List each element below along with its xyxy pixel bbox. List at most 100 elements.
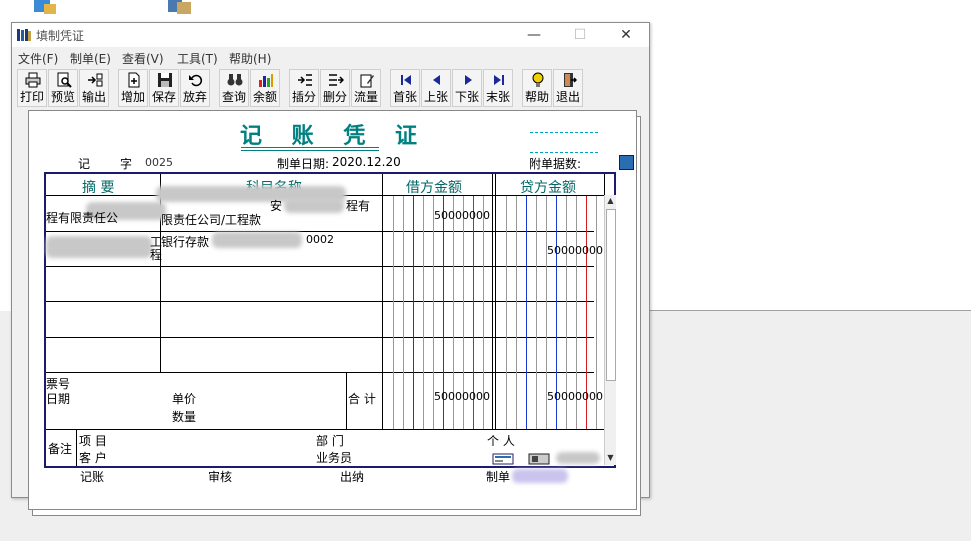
total-label: 合 计 xyxy=(348,392,376,406)
add-icon xyxy=(128,72,140,88)
scroll-down-icon[interactable]: ▼ xyxy=(606,453,615,463)
search-icon[interactable] xyxy=(619,155,634,170)
remark-label: 备注 xyxy=(48,442,73,456)
desktop-shortcut-icon[interactable] xyxy=(30,0,60,16)
prev-button[interactable]: 上张 xyxy=(421,69,451,107)
row1-subject-line1[interactable]: 安 xyxy=(270,197,282,214)
voucher-window: 填制凭证 — ☐ ✕ 文件(F) 制单(E) 查看(V) 工具(T) 帮助(H)… xyxy=(11,22,650,516)
menu-tools[interactable]: 工具(T) xyxy=(177,50,218,67)
export-button[interactable]: 输出 xyxy=(79,69,109,107)
department-label: 部 门 xyxy=(316,434,344,448)
col-debit-header: 借方金额 xyxy=(406,180,462,196)
preview-icon xyxy=(57,72,72,88)
total-debit: 50000000 xyxy=(434,390,490,403)
last-button[interactable]: 末张 xyxy=(483,69,513,107)
redacted-blur xyxy=(556,452,600,464)
person-label: 个 人 xyxy=(487,434,515,448)
delete-row-icon xyxy=(329,74,344,86)
voucher-title: 记 账 凭 证 xyxy=(240,123,428,149)
discard-button[interactable]: 放弃 xyxy=(180,69,210,107)
voucher-type-label: 记 xyxy=(78,157,91,171)
next-button[interactable]: 下张 xyxy=(452,69,482,107)
scroll-up-icon[interactable]: ▲ xyxy=(606,196,615,206)
col-summary-header: 摘 要 xyxy=(82,180,115,196)
menu-voucher[interactable]: 制单(E) xyxy=(70,50,111,67)
footer-review: 审核 xyxy=(208,470,233,484)
footer-maker: 制单 xyxy=(486,470,511,484)
row1-debit-amount[interactable]: 50000000 xyxy=(434,209,490,222)
export-icon xyxy=(88,73,103,87)
footer-bookkeeping: 记账 xyxy=(80,470,105,484)
preview-button[interactable]: 预览 xyxy=(48,69,78,107)
pen-icon xyxy=(360,74,374,88)
quantity-label: 数量 xyxy=(172,410,197,424)
footer-cashier: 出纳 xyxy=(340,470,365,484)
card-icon[interactable] xyxy=(492,453,514,465)
row2-subject-code[interactable]: 0002 xyxy=(306,233,334,246)
first-icon xyxy=(401,75,411,85)
prev-icon xyxy=(433,75,440,85)
voucher-number[interactable]: 0025 xyxy=(145,156,173,169)
add-button[interactable]: 增加 xyxy=(118,69,148,107)
binoculars-icon xyxy=(227,74,243,86)
redacted-blur xyxy=(284,199,344,213)
row2-subject[interactable]: 银行存款 xyxy=(161,233,209,250)
close-button[interactable]: ✕ xyxy=(603,23,649,47)
total-credit: 50000000 xyxy=(547,390,603,403)
exit-button[interactable]: 退出 xyxy=(553,69,583,107)
row1-summary-line2[interactable]: 程有限责任公 xyxy=(46,209,118,226)
menu-help[interactable]: 帮助(H) xyxy=(229,50,271,67)
insert-entry-button[interactable]: 插分 xyxy=(289,69,319,107)
print-button[interactable]: 打印 xyxy=(17,69,47,107)
menu-view[interactable]: 查看(V) xyxy=(122,50,164,67)
help-button[interactable]: 帮助 xyxy=(522,69,552,107)
next-icon xyxy=(465,75,472,85)
query-button[interactable]: 查询 xyxy=(219,69,249,107)
delete-entry-button[interactable]: 删分 xyxy=(320,69,350,107)
window-title: 填制凭证 xyxy=(36,29,85,43)
maximize-button[interactable]: ☐ xyxy=(557,23,603,47)
customer-label: 客 户 xyxy=(79,451,107,465)
app-books-icon xyxy=(17,29,31,41)
insert-row-icon xyxy=(298,74,312,86)
save-icon xyxy=(158,73,172,87)
voucher-type-label: 字 xyxy=(120,157,133,171)
date-row-label: 日期 xyxy=(46,392,71,406)
voucher-grid: 摘 要 科目名称 借方金额 贷方金额 程有限责任公 安 程有 限责任公司/工程款… xyxy=(44,172,616,468)
date-label: 制单日期: xyxy=(277,157,330,171)
dashed-line xyxy=(530,132,598,133)
project-label: 项 目 xyxy=(79,434,107,448)
toolbar: 打印 预览 输出 增加 保存 放弃 查询 余额 插分 删分 流量 首张 上张 下… xyxy=(12,67,649,109)
dashed-line xyxy=(530,152,598,153)
redacted-blur xyxy=(512,469,568,483)
redacted-blur xyxy=(46,236,152,258)
col-credit-header: 贷方金额 xyxy=(520,180,576,196)
balance-button[interactable]: 余额 xyxy=(250,69,280,107)
unit-price-label: 单价 xyxy=(172,392,197,406)
cashflow-button[interactable]: 流量 xyxy=(351,69,381,107)
save-button[interactable]: 保存 xyxy=(149,69,179,107)
salesperson-label: 业务员 xyxy=(316,451,353,465)
title-underline xyxy=(241,147,379,148)
row2-credit-amount[interactable]: 50000000 xyxy=(547,244,603,257)
document-icon[interactable] xyxy=(528,453,550,465)
minimize-button[interactable]: — xyxy=(511,23,557,47)
last-icon xyxy=(494,75,504,85)
row1-subject-line2[interactable]: 限责任公司/工程款 xyxy=(161,211,261,228)
desktop-divider xyxy=(648,310,971,311)
vertical-scrollbar[interactable]: ▲ ▼ xyxy=(604,195,616,465)
title-bar[interactable]: 填制凭证 — ☐ ✕ xyxy=(12,23,649,47)
exit-door-icon xyxy=(564,73,577,87)
bar-chart-icon xyxy=(259,74,273,87)
title-underline xyxy=(241,150,379,151)
printer-icon xyxy=(25,72,41,88)
voucher-date[interactable]: 2020.12.20 xyxy=(332,155,401,169)
desktop-shortcut-icon[interactable] xyxy=(165,0,195,16)
first-button[interactable]: 首张 xyxy=(390,69,420,107)
row1-subject-line1b[interactable]: 程有 xyxy=(346,197,370,214)
scrollbar-thumb[interactable] xyxy=(606,209,616,381)
menu-bar: 文件(F) 制单(E) 查看(V) 工具(T) 帮助(H) xyxy=(12,47,649,67)
redacted-blur xyxy=(212,232,302,248)
menu-file[interactable]: 文件(F) xyxy=(18,50,58,67)
lightbulb-icon xyxy=(532,72,544,87)
